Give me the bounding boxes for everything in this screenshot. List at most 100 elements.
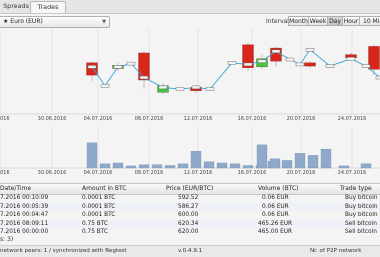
version-label: v.0.4.9.1 xyxy=(178,248,203,254)
currency-select[interactable]: ★ Euro (EUR) ▼ xyxy=(0,16,110,28)
x-tick-label: 08.07.2016 xyxy=(135,116,164,122)
line-point xyxy=(158,85,168,90)
line-point xyxy=(285,57,295,62)
line-point xyxy=(305,47,315,52)
x-tick-label: 08.07.2016 xyxy=(135,170,164,176)
interval-month-button[interactable]: Month xyxy=(288,16,309,26)
currency-select-value: ★ Euro (EUR) xyxy=(3,18,43,25)
tab-trades[interactable]: Trades xyxy=(30,1,66,13)
cell-price: 600.00 xyxy=(178,212,199,218)
col-datetime[interactable]: Date/Time xyxy=(0,184,31,194)
cell-volume: 465.26 EUR xyxy=(258,220,293,227)
volume-bar xyxy=(151,164,163,169)
line-points xyxy=(87,47,380,91)
cell-trade-type: Buy bitcoin xyxy=(345,195,378,201)
table-row[interactable]: 7.2016 08:09:11 0.75 BTC 620.34 465.26 E… xyxy=(0,219,380,228)
x-tick-label: 30.06.2016 xyxy=(38,116,67,122)
line-point xyxy=(295,62,305,67)
chevron-down-icon: ▼ xyxy=(102,19,106,25)
volume-bar xyxy=(86,142,98,169)
volume-bars xyxy=(86,142,372,169)
cell-trade-type: Buy bitcoin xyxy=(345,203,378,210)
cell-amount: 0.0001 BTC xyxy=(82,203,116,210)
volume-bar xyxy=(281,160,293,169)
cell-amount: 0.75 BTC xyxy=(82,229,108,235)
line-point xyxy=(346,57,356,61)
table-row[interactable]: 7.2016 00:05:39 0.0001 BTC 586.27 0.06 E… xyxy=(0,202,380,211)
line-point xyxy=(175,87,185,91)
cell-price: 586.27 xyxy=(178,203,199,210)
volume-bar xyxy=(320,148,332,169)
col-volume[interactable]: Volume (BTC) xyxy=(258,184,299,194)
table-row[interactable]: 7.2016 00:00:00 0.75 BTC 620.00 465.00 E… xyxy=(0,228,380,237)
volume-bar xyxy=(112,162,124,169)
x-tick-label: 24.07.2016 xyxy=(338,116,367,122)
volume-bar xyxy=(99,163,111,169)
volume-bar xyxy=(360,163,372,169)
line-point xyxy=(375,75,380,80)
status-bar: network peers: 1 / synchronized with Reg… xyxy=(0,245,380,257)
cell-datetime: 7.2016 00:04:47 xyxy=(0,212,49,218)
cell-volume: 0.06 EUR xyxy=(262,195,289,201)
line-point xyxy=(139,75,149,80)
cell-amount: 0.75 BTC xyxy=(82,220,108,227)
tab-bar: Spreads Trades xyxy=(0,0,380,14)
x-tick-label: 04.07.2016 xyxy=(84,170,113,176)
p2p-count-label: Nr. of P2P network xyxy=(310,248,362,254)
col-amount[interactable]: Amount in BTC xyxy=(82,184,126,194)
x-axis-price: 30.06.2016 04.07.2016 08.07.2016 12.07.2016… xyxy=(0,116,366,122)
volume-bar xyxy=(294,153,306,169)
cell-trade-type: Sell bitcoin xyxy=(345,229,377,235)
table-row[interactable]: 7.2016 00:04:47 0.0001 BTC 600.00 0.06 E… xyxy=(0,211,380,220)
line-point xyxy=(257,59,267,63)
line-point xyxy=(113,65,123,69)
volume-bar xyxy=(256,144,268,169)
trade-count: s: 3) xyxy=(0,236,14,243)
cell-datetime: 7.2016 00:05:39 xyxy=(0,203,49,210)
cell-price: 620.34 xyxy=(178,220,199,227)
interval-10min-button[interactable]: 10 Minutes xyxy=(359,16,380,26)
volume-bar xyxy=(307,155,319,169)
x-tick-label: 016 xyxy=(0,116,10,122)
candle xyxy=(304,62,316,67)
line-point xyxy=(126,61,136,66)
volume-bar xyxy=(190,151,202,169)
tab-spreads[interactable]: Spreads xyxy=(2,1,30,12)
table-row[interactable]: 7.2016 00:10:09 0.0001 BTC 592.52 0.06 E… xyxy=(0,194,380,203)
network-status: network peers: 1 / synchronized with Reg… xyxy=(0,248,127,254)
cell-amount: 0.0001 BTC xyxy=(82,195,116,201)
line-point xyxy=(243,62,253,67)
line-point xyxy=(325,64,335,68)
x-axis-volume: 30.06.2016 04.07.2016 08.07.2016 12.07.2016… xyxy=(0,170,366,176)
x-tick-label: 016 xyxy=(0,170,10,176)
volume-bar xyxy=(269,158,281,169)
line-point xyxy=(87,65,97,69)
x-tick-label: 12.07.2016 xyxy=(184,116,213,122)
cell-price: 592.52 xyxy=(178,195,199,201)
line-point xyxy=(205,87,215,91)
col-price[interactable]: Price (EUR/BTC) xyxy=(166,184,213,194)
cell-volume: 0.06 EUR xyxy=(262,203,289,210)
interval-day-button[interactable]: Day xyxy=(327,16,343,26)
cell-datetime: 7.2016 08:09:11 xyxy=(0,220,49,227)
line-point xyxy=(227,61,237,65)
volume-bar xyxy=(203,161,215,169)
volume-bar xyxy=(338,165,350,169)
x-tick-label: 24.07.2016 xyxy=(338,170,367,176)
cell-trade-type: Sell bitcoin xyxy=(345,220,377,227)
col-trade-type[interactable]: Trade type xyxy=(340,184,372,194)
cell-trade-type: Buy bitcoin xyxy=(345,212,378,218)
x-tick-label: 16.07.2016 xyxy=(238,170,267,176)
line-point xyxy=(271,49,281,54)
cell-volume: 465.00 EUR xyxy=(258,229,293,235)
volume-bar xyxy=(125,165,137,169)
line-point xyxy=(100,84,110,88)
interval-week-button[interactable]: Week xyxy=(308,16,328,26)
candles xyxy=(86,42,380,94)
x-tick-label: 20.07.2016 xyxy=(287,116,316,122)
volume-bar xyxy=(242,165,254,169)
volume-bar xyxy=(177,163,189,169)
line-point xyxy=(361,64,371,68)
cell-volume: 0.06 EUR xyxy=(262,212,289,218)
interval-hour-button[interactable]: Hour xyxy=(342,16,360,26)
